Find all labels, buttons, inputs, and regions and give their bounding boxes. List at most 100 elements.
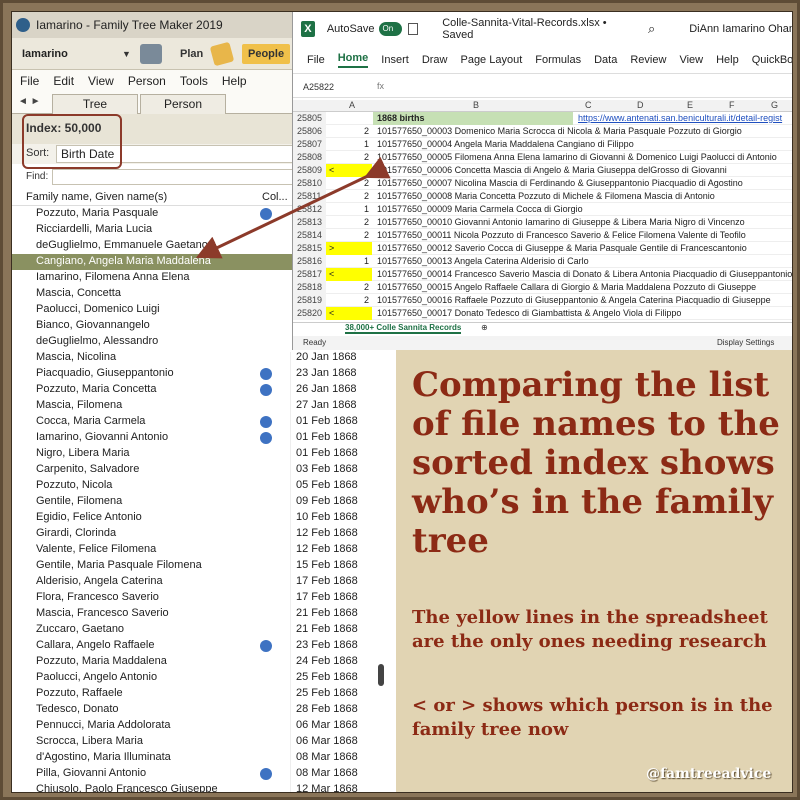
- ribbon-file[interactable]: File: [307, 54, 325, 66]
- col-header-c[interactable]: C: [585, 100, 592, 110]
- cell-b[interactable]: 101577650_00014 Francesco Saverio Mascia…: [377, 268, 792, 281]
- cell-a[interactable]: 1: [326, 138, 372, 151]
- col-header-f[interactable]: F: [729, 100, 735, 110]
- ribbon-insert[interactable]: Insert: [381, 54, 409, 66]
- tab-person[interactable]: Person: [140, 94, 226, 114]
- row-number[interactable]: 25812: [293, 203, 326, 216]
- cell-a[interactable]: <: [326, 164, 372, 177]
- cell-b[interactable]: 101577650_00012 Saverio Cocca di Giusepp…: [377, 242, 747, 255]
- row-number[interactable]: 25810: [293, 177, 326, 190]
- list-item[interactable]: Egidio, Felice Antonio 10 Feb 1868: [12, 510, 388, 526]
- chevron-down-icon[interactable]: ▼: [122, 49, 134, 59]
- menu-file[interactable]: File: [20, 74, 39, 88]
- list-item[interactable]: Tedesco, Donato 28 Feb 1868: [12, 702, 388, 718]
- list-item[interactable]: Mascia, Filomena 27 Jan 1868: [12, 398, 388, 414]
- list-item[interactable]: Mascia, Francesco Saverio 21 Feb 1868: [12, 606, 388, 622]
- cell-b[interactable]: 1868 births: [377, 112, 425, 125]
- list-item[interactable]: Alderisio, Angela Caterina 17 Feb 1868: [12, 574, 388, 590]
- col-header-g[interactable]: G: [771, 100, 778, 110]
- list-item[interactable]: Zuccaro, Gaetano 21 Feb 1868: [12, 622, 388, 638]
- list-item[interactable]: Pozzuto, Nicola 05 Feb 1868: [12, 478, 388, 494]
- menu-help[interactable]: Help: [222, 74, 247, 88]
- cell-b[interactable]: 101577650_00006 Concetta Mascia di Angel…: [377, 164, 727, 177]
- cell-a[interactable]: 2: [326, 190, 372, 203]
- col-header-a[interactable]: A: [349, 100, 355, 110]
- cell-b[interactable]: 101577650_00007 Nicolina Mascia di Ferdi…: [377, 177, 743, 190]
- cell-a[interactable]: [326, 112, 372, 125]
- autosave-toggle[interactable]: On: [378, 22, 402, 36]
- cell-b[interactable]: 101577650_00009 Maria Carmela Cocca di G…: [377, 203, 583, 216]
- row-number[interactable]: 25819: [293, 294, 326, 307]
- people-button[interactable]: People: [242, 43, 291, 64]
- link-cell[interactable]: https://www.antenati.san.beniculturali.i…: [578, 112, 782, 125]
- row-number[interactable]: 25809: [293, 164, 326, 177]
- fx-icon[interactable]: fx: [377, 81, 384, 91]
- cell-a[interactable]: 1: [326, 203, 372, 216]
- cell-a[interactable]: <: [326, 307, 372, 320]
- list-item[interactable]: Nigro, Libera Maria 01 Feb 1868: [12, 446, 388, 462]
- ribbon-data[interactable]: Data: [594, 54, 617, 66]
- cell-a[interactable]: 2: [326, 177, 372, 190]
- sheet-tab[interactable]: 38,000+ Colle Sannita Records: [345, 323, 462, 334]
- cell-a[interactable]: 2: [326, 294, 372, 307]
- cell-b[interactable]: 101577650_00003 Domenico Maria Scrocca d…: [377, 125, 742, 138]
- save-icon[interactable]: [407, 23, 419, 35]
- add-sheet-icon[interactable]: ⊕: [481, 323, 488, 332]
- cell-a[interactable]: 2: [326, 281, 372, 294]
- menu-person[interactable]: Person: [128, 74, 166, 88]
- cell-b[interactable]: 101577650_00017 Donato Tedesco di Giamba…: [377, 307, 681, 320]
- list-item[interactable]: Cocca, Maria Carmela 01 Feb 1868: [12, 414, 388, 430]
- pencil-icon[interactable]: [209, 41, 235, 66]
- list-item[interactable]: Gentile, Maria Pasquale Filomena 15 Feb 1…: [12, 558, 388, 574]
- row-number[interactable]: 25806: [293, 125, 326, 138]
- list-item[interactable]: Valente, Felice Filomena 12 Feb 1868: [12, 542, 388, 558]
- row-number[interactable]: 25818: [293, 281, 326, 294]
- row-number[interactable]: 25814: [293, 229, 326, 242]
- cell-a[interactable]: 2: [326, 151, 372, 164]
- cell-a[interactable]: 2: [326, 125, 372, 138]
- people-workspace-icon[interactable]: [140, 43, 162, 64]
- list-item[interactable]: Pozzuto, Maria Maddalena 24 Feb 1868: [12, 654, 388, 670]
- list-item[interactable]: Girardi, Clorinda 12 Feb 1868: [12, 526, 388, 542]
- list-item[interactable]: Mascia, Nicolina 20 Jan 1868: [12, 350, 388, 366]
- ribbon-page-layout[interactable]: Page Layout: [460, 54, 522, 66]
- list-scrollbar[interactable]: [378, 664, 384, 686]
- list-item[interactable]: Gentile, Filomena 09 Feb 1868: [12, 494, 388, 510]
- row-number[interactable]: 25817: [293, 268, 326, 281]
- ribbon-quickbooks[interactable]: QuickBooks: [752, 54, 792, 66]
- list-item[interactable]: Paolucci, Angelo Antonio 25 Feb 1868: [12, 670, 388, 686]
- row-number[interactable]: 25813: [293, 216, 326, 229]
- row-number[interactable]: 25808: [293, 151, 326, 164]
- list-item[interactable]: Piacquadio, Giuseppantonio 23 Jan 1868: [12, 366, 388, 382]
- list-item[interactable]: Iamarino, Giovanni Antonio 01 Feb 1868: [12, 430, 388, 446]
- cell-b[interactable]: 101577650_00011 Nicola Pozzuto di France…: [377, 229, 746, 242]
- ribbon-help[interactable]: Help: [716, 54, 739, 66]
- col-header-d[interactable]: D: [637, 100, 644, 110]
- display-settings-button[interactable]: Display Settings: [717, 338, 774, 347]
- row-number[interactable]: 25815: [293, 242, 326, 255]
- name-column-header[interactable]: Family name, Given name(s): [26, 191, 167, 203]
- list-item[interactable]: Pozzuto, Maria Concetta 26 Jan 1868: [12, 382, 388, 398]
- plan-button[interactable]: Plan: [180, 48, 206, 60]
- nav-arrows-icon[interactable]: ◄ ►: [18, 96, 41, 107]
- col-header-b[interactable]: B: [473, 100, 479, 110]
- search-icon[interactable]: ⌕: [648, 21, 655, 37]
- col-header-e[interactable]: E: [687, 100, 693, 110]
- tree-name[interactable]: Iamarino: [12, 48, 122, 60]
- menu-view[interactable]: View: [88, 74, 114, 88]
- list-item[interactable]: Flora, Francesco Saverio 17 Feb 1868: [12, 590, 388, 606]
- cell-b[interactable]: 101577650_00008 Maria Concetta Pozzuto d…: [377, 190, 715, 203]
- cell-b[interactable]: 101577650_00015 Angelo Raffaele Callara …: [377, 281, 756, 294]
- row-number[interactable]: 25816: [293, 255, 326, 268]
- cell-b[interactable]: 101577650_00016 Raffaele Pozzuto di Gius…: [377, 294, 771, 307]
- cell-a[interactable]: <: [326, 268, 372, 281]
- cell-b[interactable]: 101577650_00004 Angela Maria Maddalena C…: [377, 138, 634, 151]
- row-number[interactable]: 25807: [293, 138, 326, 151]
- list-item[interactable]: Pilla, Giovanni Antonio 08 Mar 1868: [12, 766, 388, 782]
- cell-b[interactable]: 101577650_00013 Angela Caterina Alderisi…: [377, 255, 589, 268]
- list-item[interactable]: Pozzuto, Raffaele 25 Feb 1868: [12, 686, 388, 702]
- account-name[interactable]: DiAnn Iamarino Ohan: [689, 23, 792, 35]
- row-number[interactable]: 25805: [293, 112, 326, 125]
- tab-tree[interactable]: Tree: [52, 94, 138, 114]
- ribbon-draw[interactable]: Draw: [422, 54, 448, 66]
